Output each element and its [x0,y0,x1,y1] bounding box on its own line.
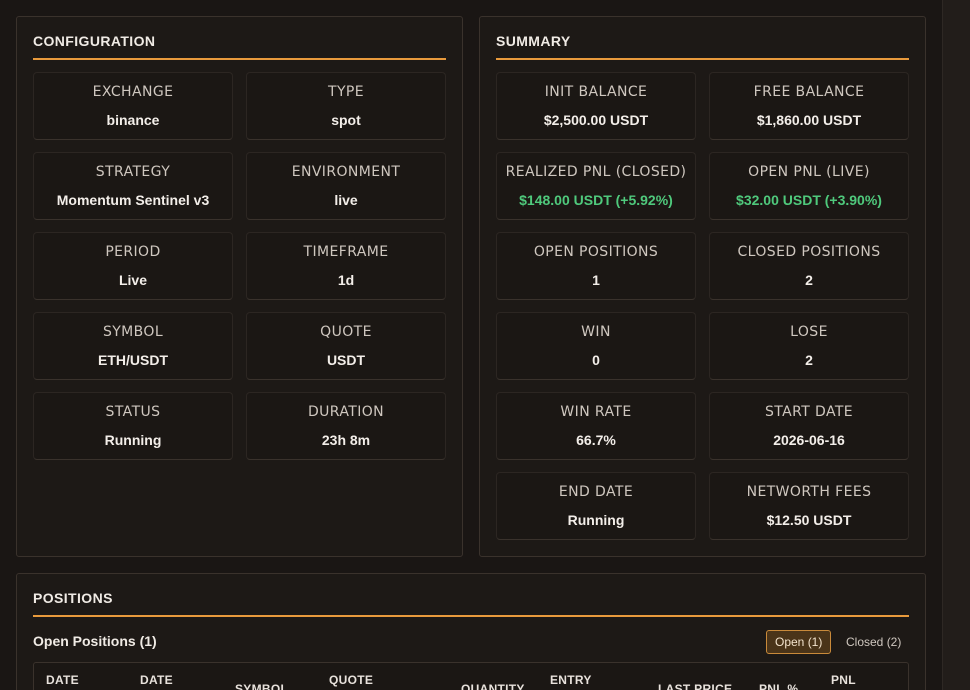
card-label: INIT BALANCE [544,84,648,100]
card-label: START DATE [764,404,854,420]
card-label: DURATION [307,404,385,420]
config-card-type: TYPE spot [246,72,446,140]
card-value: 1d [337,272,355,288]
card-label: OPEN POSITIONS [533,244,659,260]
card-label: SYMBOL [102,324,164,340]
card-label: OPEN PNL (LIVE) [748,164,870,180]
card-label: ENVIRONMENT [291,164,401,180]
card-label: EXCHANGE [92,84,174,100]
card-value: Momentum Sentinel v3 [56,192,210,208]
card-value: 0 [592,352,600,368]
page-scrollbar[interactable] [942,0,970,690]
summary-card-realized-pnl: REALIZED PNL (CLOSED) $148.00 USDT (+5.9… [496,152,696,220]
column-header-date-open[interactable]: DATE [46,673,79,687]
card-value: spot [331,112,361,128]
card-value: $32.00 USDT (+3.90%) [736,192,882,208]
column-header-date-close[interactable]: DATE [140,673,173,687]
card-value: 23h 8m [321,432,371,448]
column-header-pnl[interactable]: PNL [831,673,856,687]
positions-panel: POSITIONS Open Positions (1) Open (1) Cl… [16,573,926,690]
card-value: USDT [326,352,366,368]
configuration-title: CONFIGURATION [33,33,446,60]
card-label: WIN [581,324,611,340]
column-header-last-price[interactable]: LAST PRICE [658,682,732,690]
config-card-timeframe: TIMEFRAME 1d [246,232,446,300]
column-header-entry[interactable]: ENTRY [550,673,592,687]
column-header-pnl-pct[interactable]: PNL % [759,682,798,690]
card-value: 2 [805,272,813,288]
summary-card-end-date: END DATE Running [496,472,696,540]
summary-card-free-balance: FREE BALANCE $1,860.00 USDT [709,72,909,140]
tab-closed-positions[interactable]: Closed (2) [837,630,910,654]
config-card-strategy: STRATEGY Momentum Sentinel v3 [33,152,233,220]
positions-table-header: DATE DATE SYMBOL QUOTE QUANTITY ENTRY LA… [33,662,909,690]
card-label: PERIOD [105,244,161,260]
card-label: REALIZED PNL (CLOSED) [505,164,687,180]
summary-panel: SUMMARY INIT BALANCE $2,500.00 USDT FREE… [479,16,926,557]
open-positions-subtitle: Open Positions (1) [33,633,157,649]
card-value: $12.50 USDT [766,512,852,528]
card-value: $2,500.00 USDT [543,112,649,128]
card-label: END DATE [558,484,634,500]
card-value: 1 [592,272,600,288]
card-value: Live [118,272,147,288]
column-header-symbol[interactable]: SYMBOL [235,682,288,690]
card-label: NETWORTH FEES [746,484,872,500]
summary-card-open-positions: OPEN POSITIONS 1 [496,232,696,300]
card-value: Running [104,432,162,448]
summary-card-open-pnl: OPEN PNL (LIVE) $32.00 USDT (+3.90%) [709,152,909,220]
config-card-status: STATUS Running [33,392,233,460]
column-header-quote[interactable]: QUOTE [329,673,373,687]
column-header-quantity[interactable]: QUANTITY [461,682,525,690]
summary-card-closed-positions: CLOSED POSITIONS 2 [709,232,909,300]
card-value: live [334,192,358,208]
card-label: TIMEFRAME [303,244,389,260]
configuration-panel: CONFIGURATION EXCHANGE binance TYPE spot… [16,16,463,557]
card-label: FREE BALANCE [753,84,865,100]
tab-open-positions[interactable]: Open (1) [766,630,832,654]
summary-card-win-rate: WIN RATE 66.7% [496,392,696,460]
card-label: WIN RATE [560,404,632,420]
summary-card-init-balance: INIT BALANCE $2,500.00 USDT [496,72,696,140]
summary-card-win: WIN 0 [496,312,696,380]
config-card-environment: ENVIRONMENT live [246,152,446,220]
positions-title: POSITIONS [33,590,909,617]
card-value: 2026-06-16 [773,432,845,448]
card-value: 66.7% [576,432,616,448]
config-card-duration: DURATION 23h 8m [246,392,446,460]
card-value: $148.00 USDT (+5.92%) [519,192,673,208]
summary-title: SUMMARY [496,33,909,60]
card-value: binance [106,112,160,128]
config-card-symbol: SYMBOL ETH/USDT [33,312,233,380]
card-label: QUOTE [320,324,372,340]
config-card-exchange: EXCHANGE binance [33,72,233,140]
card-label: TYPE [328,84,364,100]
card-label: CLOSED POSITIONS [737,244,881,260]
card-label: LOSE [790,324,828,340]
summary-card-networth-fees: NETWORTH FEES $12.50 USDT [709,472,909,540]
config-card-period: PERIOD Live [33,232,233,300]
card-value: $1,860.00 USDT [756,112,862,128]
card-label: STRATEGY [95,164,171,180]
card-value: 2 [805,352,813,368]
card-value: ETH/USDT [98,352,168,368]
card-label: STATUS [105,404,161,420]
card-value: Running [567,512,625,528]
summary-card-lose: LOSE 2 [709,312,909,380]
config-card-quote: QUOTE USDT [246,312,446,380]
summary-card-start-date: START DATE 2026-06-16 [709,392,909,460]
